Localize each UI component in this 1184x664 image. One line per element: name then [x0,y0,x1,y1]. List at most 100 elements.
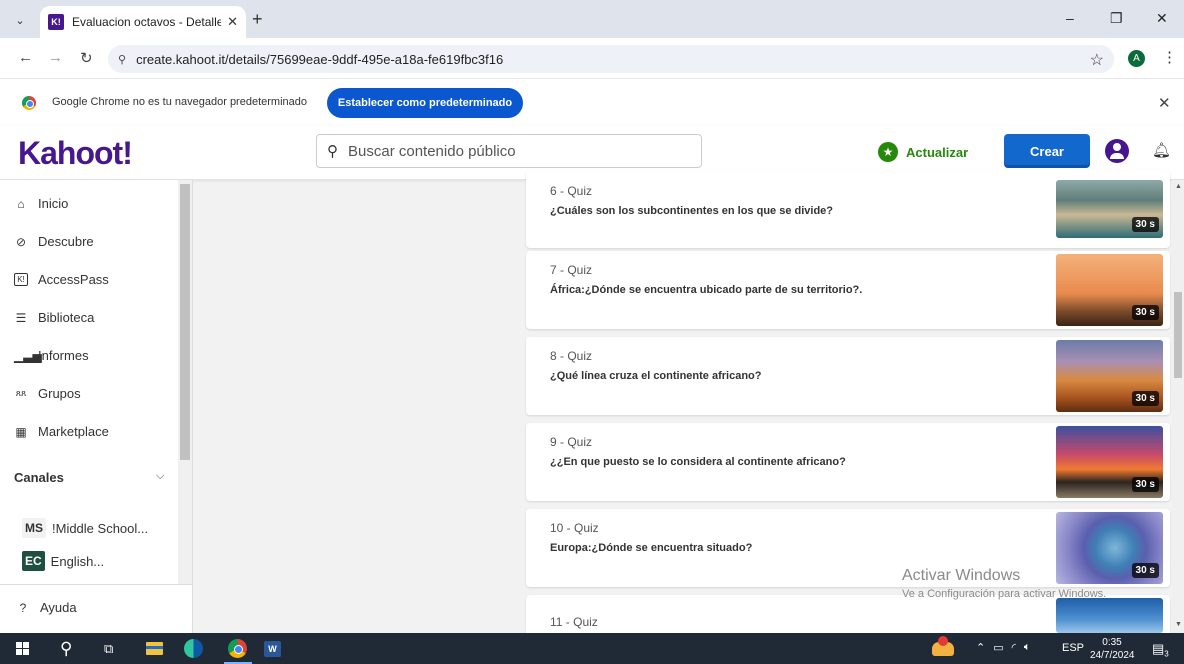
time-badge: 30 s [1131,217,1159,232]
tab-close-icon[interactable]: ✕ [227,14,238,30]
upgrade-label: Actualizar [906,144,969,160]
home-icon: ⌂ [17,196,25,211]
create-button[interactable]: Crear [1004,134,1090,168]
chart-icon: ▁▃▅ [14,348,42,363]
question-text: África:¿Dónde se encuentra ubicado parte… [550,284,863,296]
default-browser-infobar: Google Chrome no es tu navegador predete… [0,78,1184,126]
channel-label: English... [50,553,105,569]
windows-activation-watermark: Activar Windows Ve a Configuración para … [902,567,1106,600]
question-thumbnail: 30 s [1056,254,1163,326]
taskbar-search-icon[interactable]: ⚲ [60,633,72,664]
network-icon[interactable]: ▭ [993,641,1003,654]
restore-icon[interactable]: ❐ [1110,10,1123,27]
store-icon: ▦ [15,424,27,439]
browser-tab[interactable]: K! Evaluacion octavos - Detalles - ✕ [40,6,246,38]
channel-item[interactable]: EC English... [22,551,104,571]
question-text: ¿Qué línea cruza el continente africano? [550,370,762,382]
channels-heading: Canales [14,470,64,485]
forward-icon[interactable]: → [48,49,63,66]
question-card[interactable]: 6 - Quiz ¿Cuáles son los subcontinentes … [526,170,1170,248]
user-avatar-icon[interactable] [1105,139,1129,163]
channel-item[interactable]: MS !Middle School... [22,518,148,538]
tray-chevron-icon[interactable]: ⌃ [976,641,985,654]
chrome-menu-icon[interactable]: ⋮ [1162,48,1177,66]
channel-badge: MS [22,518,46,538]
kahoot-logo[interactable]: Kahoot! [18,135,133,172]
star-badge-icon: ★ [878,142,898,162]
question-number: 9 - Quiz [550,435,593,449]
time-badge: 30 s [1131,477,1159,492]
infobar-close-icon[interactable]: ✕ [1158,94,1171,112]
question-card[interactable]: 7 - Quiz África:¿Dónde se encuentra ubic… [526,251,1170,329]
sidebar-item-accesspass[interactable]: K! AccessPass [14,272,109,287]
minimize-icon[interactable]: – [1066,10,1074,26]
profile-avatar[interactable]: A [1128,50,1145,67]
set-default-button[interactable]: Establecer como predeterminado [327,88,523,118]
watermark-subtitle: Ve a Configuración para activar Windows. [902,588,1107,600]
tab-search-icon[interactable]: ⌄ [8,9,32,31]
sidebar-item-grupos[interactable]: ጸጸ Grupos [14,386,81,401]
question-number: 10 - Quiz [550,521,599,535]
tab-title: Evaluacion octavos - Detalles - [72,15,222,29]
sidebar-item-biblioteca[interactable]: ☰ Biblioteca [14,310,95,325]
volume-icon[interactable]: 🔈︎ [1024,641,1031,654]
clock-time: 0:35 [1102,637,1122,648]
new-tab-icon[interactable]: + [252,9,263,30]
group-icon: ጸጸ [15,388,27,398]
question-text: Europa:¿Dónde se encuentra situado? [550,542,753,554]
chevron-down-icon[interactable]: ⌵ [156,470,164,483]
chrome-taskbar-icon[interactable] [228,633,247,664]
compass-icon: ⊘ [15,234,27,249]
question-thumbnail: 30 s [1056,180,1163,238]
question-card[interactable]: 11 - Quiz [526,595,1170,633]
chrome-logo-icon [22,96,36,110]
clock-date: 24/7/2024 [1090,650,1135,661]
browser-toolbar: ← → ↻ ⚲ create.kahoot.it/details/75699ea… [0,38,1184,78]
scroll-down-icon[interactable]: ▼ [1175,621,1182,628]
question-card[interactable]: 8 - Quiz ¿Qué línea cruza el continente … [526,337,1170,415]
sidebar-scrollbar-thumb[interactable] [180,184,190,460]
sidebar-item-label: Descubre [38,234,94,249]
sidebar-item-descubre[interactable]: ⊘ Descubre [14,234,94,249]
infobar-message: Google Chrome no es tu navegador predete… [52,96,307,108]
channel-label: !Middle School... [52,520,149,536]
accesspass-icon: K! [14,273,28,286]
back-icon[interactable]: ← [18,49,33,66]
upgrade-button[interactable]: ★ Actualizar [878,142,968,162]
search-input[interactable]: ⚲ Buscar contenido público [316,134,702,168]
edge-browser-icon[interactable] [184,633,203,664]
question-number: 8 - Quiz [550,349,593,363]
browser-tab-strip: ⌄ K! Evaluacion octavos - Detalles - ✕ +… [0,0,1184,38]
sidebar: ⌂ Inicio ⊘ Descubre K! AccessPass ☰ Bibl… [0,180,193,633]
watermark-title: Activar Windows [902,567,1021,584]
help-link[interactable]: ? Ayuda [16,600,77,615]
sidebar-item-inicio[interactable]: ⌂ Inicio [14,196,68,211]
sidebar-item-label: AccessPass [38,272,109,287]
notification-center-icon[interactable]: ▤3 [1152,641,1169,659]
language-indicator[interactable]: ESP [1062,642,1084,654]
wifi-icon[interactable]: ◜ [1012,641,1016,654]
windows-start-icon[interactable] [14,633,30,664]
file-explorer-icon[interactable] [146,633,163,664]
time-badge: 30 s [1131,563,1159,578]
sidebar-item-informes[interactable]: ▁▃▅ Informes [14,348,89,363]
site-info-icon[interactable]: ⚲ [118,53,126,66]
reload-icon[interactable]: ↻ [80,49,93,67]
question-thumbnail [1056,598,1163,633]
address-bar[interactable]: ⚲ create.kahoot.it/details/75699eae-9ddf… [108,45,1114,73]
taskbar-clock[interactable]: 0:35 24/7/2024 [1090,636,1135,662]
main-scrollbar[interactable] [1172,180,1184,633]
weather-icon[interactable] [932,633,954,664]
main-scrollbar-thumb[interactable] [1174,292,1182,378]
window-close-icon[interactable]: ✕ [1156,10,1168,27]
word-icon[interactable]: W [264,633,281,664]
bookmark-star-icon[interactable]: ☆ [1090,50,1104,70]
question-card[interactable]: 9 - Quiz ¿¿En que puesto se lo considera… [526,423,1170,501]
question-number: 11 - Quiz [550,615,598,629]
task-view-icon[interactable]: ⧉ [104,633,113,664]
scroll-up-icon[interactable]: ▲ [1175,183,1182,190]
notifications-bell-icon[interactable]: 🔔︎ [1152,141,1171,159]
help-label: Ayuda [40,600,77,615]
sidebar-item-marketplace[interactable]: ▦ Marketplace [14,424,109,439]
sidebar-item-label: Marketplace [38,424,109,439]
